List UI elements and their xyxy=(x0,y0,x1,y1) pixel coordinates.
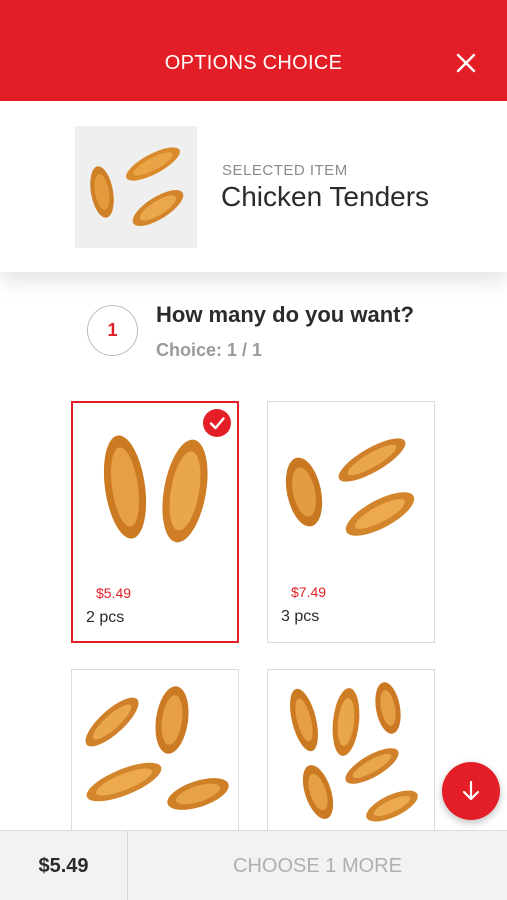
tenders-3pcs-image xyxy=(285,438,415,536)
option-price: $7.49 xyxy=(291,584,327,600)
check-icon xyxy=(203,409,231,437)
status-bar xyxy=(0,0,507,26)
option-card-3pcs[interactable]: $7.49 3 pcs xyxy=(267,401,435,643)
scroll-down-button[interactable] xyxy=(442,762,500,820)
footer-bar: $5.49 CHOOSE 1 MORE xyxy=(0,830,507,900)
selected-item-image xyxy=(75,126,197,248)
step-number-badge: 1 xyxy=(87,305,138,356)
option-quantity: 3 pcs xyxy=(281,608,320,625)
page-title: OPTIONS CHOICE xyxy=(164,52,343,74)
step-question: How many do you want? xyxy=(156,302,414,327)
option-quantity: 2 pcs xyxy=(86,609,125,626)
selected-item-name: Chicken Tenders xyxy=(221,181,430,212)
tenders-4pcs-image xyxy=(85,686,229,810)
choose-more-button[interactable]: CHOOSE 1 MORE xyxy=(128,831,507,900)
option-card-4[interactable] xyxy=(267,669,435,849)
close-button[interactable] xyxy=(453,50,479,76)
tenders-6pcs-image xyxy=(290,682,418,822)
close-icon xyxy=(456,53,476,73)
choice-counter: Choice: 1 / 1 xyxy=(156,340,263,360)
arrow-down-icon xyxy=(462,780,480,801)
selected-item-card: SELECTED ITEM Chicken Tenders xyxy=(0,101,507,272)
option-card-2pcs[interactable]: $5.49 2 pcs xyxy=(71,401,239,643)
option-card-3[interactable] xyxy=(71,669,239,849)
selected-item-label: SELECTED ITEM xyxy=(222,162,348,179)
chicken-tenders-image xyxy=(90,147,184,226)
option-price: $5.49 xyxy=(96,585,132,601)
order-total: $5.49 xyxy=(0,831,128,900)
header: OPTIONS CHOICE xyxy=(0,26,507,101)
